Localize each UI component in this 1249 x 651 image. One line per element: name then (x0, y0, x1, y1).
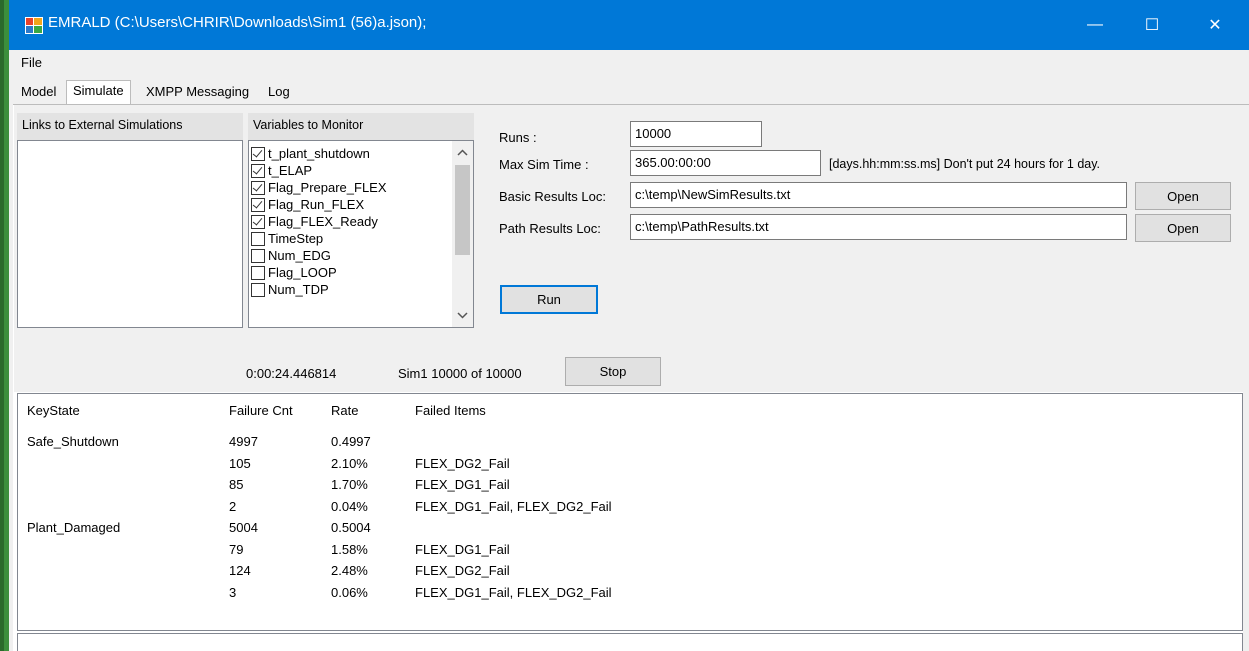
progress-text: Sim1 10000 of 10000 (398, 366, 522, 381)
variable-label: Flag_LOOP (268, 265, 337, 280)
variable-checkbox-row[interactable]: Flag_Run_FLEX (251, 196, 364, 213)
variable-checkbox-row[interactable]: t_plant_shutdown (251, 145, 370, 162)
open-basic-results-button[interactable]: Open (1135, 182, 1231, 210)
external-links-list[interactable] (17, 140, 243, 328)
row-count: 79 (229, 542, 244, 557)
path-results-input[interactable]: c:\temp\PathResults.txt (630, 214, 1127, 240)
row-rate: 0.4997 (331, 434, 371, 449)
row-count: 3 (229, 585, 237, 600)
basic-results-input[interactable]: c:\temp\NewSimResults.txt (630, 182, 1127, 208)
variable-checkbox-row[interactable]: t_ELAP (251, 162, 312, 179)
column-header-rate[interactable]: Rate (331, 403, 358, 418)
row-count: 124 (229, 563, 251, 578)
row-count: 105 (229, 456, 251, 471)
row-keystate: Plant_Damaged (27, 520, 121, 535)
stop-button[interactable]: Stop (565, 357, 661, 386)
menu-bar (9, 50, 1249, 76)
column-header-failure-cnt[interactable]: Failure Cnt (229, 403, 293, 418)
variable-checkbox-row[interactable]: Flag_FLEX_Ready (251, 213, 378, 230)
open-path-results-button[interactable]: Open (1135, 214, 1231, 242)
checkbox[interactable] (251, 265, 265, 280)
row-rate: 1.58% (331, 542, 368, 557)
variable-checkbox-row[interactable]: Flag_Prepare_FLEX (251, 179, 387, 196)
row-count: 4997 (229, 434, 258, 449)
row-rate: 2.48% (331, 563, 368, 578)
minimize-button[interactable]: — (1072, 0, 1118, 50)
tab-model[interactable]: Model (15, 82, 62, 104)
variable-label: t_plant_shutdown (268, 146, 370, 161)
row-items: FLEX_DG1_Fail (415, 542, 510, 557)
row-items: FLEX_DG1_Fail, FLEX_DG2_Fail (415, 499, 612, 514)
app-icon (25, 17, 43, 34)
variable-checkbox-row[interactable]: Flag_LOOP (251, 264, 337, 281)
checkbox[interactable] (251, 231, 265, 246)
checkbox[interactable] (251, 197, 265, 212)
row-items: FLEX_DG2_Fail (415, 563, 510, 578)
scroll-thumb[interactable] (455, 165, 470, 255)
close-button[interactable]: ✕ (1192, 0, 1238, 50)
row-items: FLEX_DG2_Fail (415, 456, 510, 471)
checkbox[interactable] (251, 282, 265, 297)
variable-checkbox-row[interactable]: Num_TDP (251, 281, 329, 298)
variable-label: Num_EDG (268, 248, 331, 263)
menu-file[interactable]: File (21, 55, 42, 70)
maximize-button[interactable]: ☐ (1129, 0, 1175, 50)
column-header-failed-items[interactable]: Failed Items (415, 403, 486, 418)
tab-xmpp-messaging[interactable]: XMPP Messaging (140, 82, 255, 104)
time-format-hint: [days.hh:mm:ss.ms] Don't put 24 hours fo… (829, 157, 1101, 171)
variable-label: Num_TDP (268, 282, 329, 297)
runs-input[interactable]: 10000 (630, 121, 762, 147)
variable-checkbox-row[interactable]: Num_EDG (251, 247, 331, 264)
row-items: FLEX_DG1_Fail (415, 477, 510, 492)
row-count: 85 (229, 477, 244, 492)
row-rate: 0.5004 (331, 520, 371, 535)
row-rate: 0.04% (331, 499, 368, 514)
checkbox[interactable] (251, 248, 265, 263)
links-panel-header: Links to External Simulations (17, 113, 243, 140)
variable-checkbox-row[interactable]: TimeStep (251, 230, 323, 247)
window-right-edge (1243, 105, 1249, 651)
tab-simulate[interactable]: Simulate (66, 80, 131, 105)
column-header-keystate[interactable]: KeyState (27, 403, 80, 418)
variable-label: Flag_FLEX_Ready (268, 214, 378, 229)
variable-label: t_ELAP (268, 163, 313, 178)
results-list[interactable] (17, 393, 1243, 631)
checkbox[interactable] (251, 163, 265, 178)
log-output-box[interactable] (17, 633, 1243, 651)
row-count: 5004 (229, 520, 258, 535)
variable-label: Flag_Prepare_FLEX (268, 180, 387, 195)
runs-label: Runs : (499, 130, 537, 145)
max-sim-time-label: Max Sim Time : (499, 157, 589, 172)
row-items: FLEX_DG1_Fail, FLEX_DG2_Fail (415, 585, 612, 600)
tab-log[interactable]: Log (262, 82, 296, 104)
row-rate: 0.06% (331, 585, 368, 600)
variable-label: Flag_Run_FLEX (268, 197, 365, 212)
path-results-label: Path Results Loc: (499, 221, 601, 236)
max-sim-time-input[interactable]: 365.00:00:00 (630, 150, 821, 176)
elapsed-time: 0:00:24.446814 (246, 366, 337, 381)
basic-results-label: Basic Results Loc: (499, 189, 606, 204)
checkbox[interactable] (251, 214, 265, 229)
scroll-down-icon[interactable] (452, 305, 473, 325)
row-rate: 1.70% (331, 477, 368, 492)
row-keystate: Safe_Shutdown (27, 434, 119, 449)
scroll-up-icon[interactable] (452, 143, 473, 163)
checkbox[interactable] (251, 146, 265, 161)
run-button[interactable]: Run (500, 285, 598, 314)
row-rate: 2.10% (331, 456, 368, 471)
checkbox[interactable] (251, 180, 265, 195)
variable-label: TimeStep (268, 231, 324, 246)
row-count: 2 (229, 499, 237, 514)
window-title: EMRALD (C:\Users\CHRIR\Downloads\Sim1 (5… (48, 14, 427, 31)
variables-panel-header: Variables to Monitor (248, 113, 474, 140)
